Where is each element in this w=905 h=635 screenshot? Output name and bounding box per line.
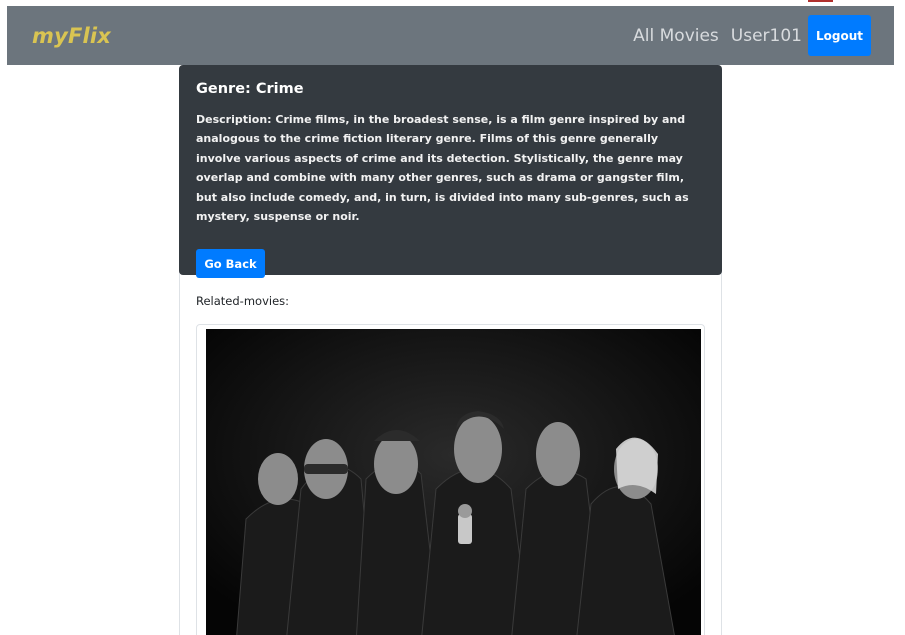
browser-edge-marker <box>808 0 833 2</box>
page: myFlix All Movies User101 Logout Genre: … <box>0 0 905 635</box>
nav-link-user-profile[interactable]: User101 <box>731 26 802 46</box>
go-back-button[interactable]: Go Back <box>196 249 265 279</box>
movie-poster-image[interactable] <box>206 329 701 635</box>
logout-button[interactable]: Logout <box>808 15 871 56</box>
related-movies-label: Related-movies: <box>196 294 290 308</box>
genre-card: Genre: Crime Description: Crime films, i… <box>179 65 722 279</box>
nav-link-all-movies[interactable]: All Movies <box>633 26 719 46</box>
navbar: myFlix All Movies User101 Logout <box>7 6 894 65</box>
nav-right: All Movies User101 Logout <box>633 15 871 56</box>
brand-logo[interactable]: myFlix <box>32 24 111 48</box>
poster-artwork <box>206 329 701 635</box>
genre-description: Description: Crime films, in the broades… <box>196 113 689 224</box>
genre-title: Genre: Crime <box>196 81 304 97</box>
